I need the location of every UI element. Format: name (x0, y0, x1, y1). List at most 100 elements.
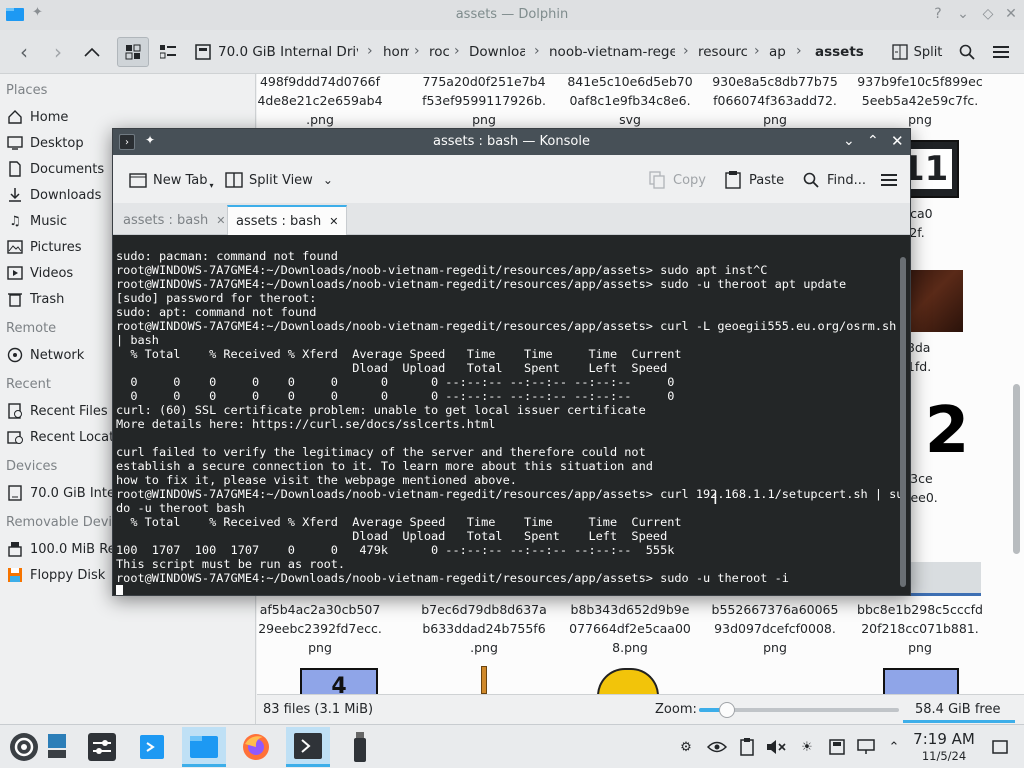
file-item[interactable]: 930e8a5c8db77b75 f066074f363add72. png (709, 74, 841, 129)
tab-close-icon[interactable]: ✕ (216, 214, 225, 227)
firefox-icon[interactable] (238, 729, 274, 765)
breadcrumb-root[interactable]: roc (429, 44, 449, 60)
file-thumbnail[interactable] (481, 666, 487, 694)
help-icon[interactable]: ? (928, 4, 948, 24)
scrollbar-handle[interactable] (1013, 384, 1020, 554)
terminal-line: curl failed to verify the legitimacy of … (116, 445, 646, 459)
file-name: 498f9ddd74d0766f (259, 74, 381, 89)
network-icon (6, 346, 24, 364)
file-thumbnail[interactable] (911, 562, 981, 596)
file-item[interactable]: af5b4ac2a30cb507 29eebc2392fd7ecc. png (257, 600, 386, 657)
eye-icon[interactable] (707, 737, 727, 757)
file-item[interactable]: b552667376a60065 93d097dcefcf0008. png (709, 600, 841, 657)
tab-session-1[interactable]: assets : bash ✕ (115, 205, 233, 235)
place-label: Network (30, 347, 85, 363)
breadcrumb-resources[interactable]: resourc (698, 44, 747, 60)
document-icon (6, 160, 24, 178)
file-thumbnail[interactable] (883, 668, 959, 694)
minimize-icon[interactable]: ⌄ (953, 4, 973, 24)
up-button[interactable] (78, 37, 106, 67)
split-view-button[interactable]: Split View ⌄ (225, 169, 333, 191)
terminal-scrollbar[interactable] (899, 237, 907, 589)
file-item[interactable]: b7ec6d79db8d637a b633ddad24b755f6 .png (418, 600, 550, 657)
place-home[interactable]: Home (6, 105, 256, 129)
menu-button[interactable] (988, 37, 1014, 67)
file-item[interactable]: 841e5c10e6d5eb70 0af8c1e9fb34c8e6. svg (564, 74, 696, 129)
tray-expand-icon[interactable]: ⌃ (884, 737, 904, 757)
breadcrumb-drive[interactable]: 70.0 GiB Internal Drive (218, 44, 358, 60)
konsole-menu-button[interactable] (881, 169, 897, 191)
file-name: 29eebc2392fd7ecc. (258, 621, 382, 636)
chevron-right-icon: › (454, 43, 460, 59)
new-tab-button[interactable]: New Tab ▾ (129, 169, 214, 191)
clipboard-icon[interactable] (737, 737, 757, 757)
file-name: b8b343d652d9b9e (570, 602, 690, 617)
system-settings-icon[interactable] (84, 729, 120, 765)
scrollbar-handle[interactable] (900, 257, 906, 587)
video-icon (6, 264, 24, 282)
discover-icon[interactable] (134, 729, 170, 765)
breadcrumb-assets[interactable]: assets (815, 44, 863, 60)
paste-icon (725, 171, 741, 189)
terminal-line: root@WINDOWS-7A7GME4:~/Downloads/noob-vi… (116, 263, 768, 277)
forward-button[interactable]: › (44, 37, 72, 67)
terminal-line: root@WINDOWS-7A7GME4:~/Downloads/noob-vi… (116, 319, 897, 333)
file-name: .png (470, 640, 498, 655)
file-thumbnail[interactable] (911, 270, 963, 332)
opensuse-launcher-icon[interactable] (6, 729, 42, 765)
terminal-line: sudo: apt: command not found (116, 305, 317, 319)
dolphin-task-icon[interactable] (182, 727, 226, 767)
file-view-scrollbar[interactable] (1010, 74, 1024, 694)
usb-device-icon[interactable] (342, 729, 378, 765)
konsole-task-icon[interactable] (286, 727, 330, 767)
devices-header: Devices (6, 459, 58, 474)
brightness-icon[interactable]: ☀ (797, 737, 817, 757)
copy-button[interactable]: Copy (649, 169, 706, 191)
close-icon[interactable]: ✕ (891, 132, 904, 150)
show-desktop-icon[interactable] (42, 729, 72, 765)
file-thumbnail[interactable] (597, 668, 659, 694)
breadcrumb-home[interactable]: hom (383, 44, 409, 60)
volume-muted-icon[interactable] (766, 737, 786, 757)
file-thumbnail[interactable]: 2 (919, 396, 975, 466)
clock-date[interactable]: 11/5/24 (912, 749, 976, 763)
minimize-icon[interactable]: ⌄ (843, 133, 855, 149)
find-button[interactable]: Find... (803, 169, 866, 191)
paste-button[interactable]: Paste (725, 169, 784, 191)
terminal-line: root@WINDOWS-7A7GME4:~/Downloads/noob-vi… (116, 571, 789, 585)
file-item[interactable]: 775a20d0f251e7b4 f53ef9599117926b. png (418, 74, 550, 129)
tab-session-2[interactable]: assets : bash ✕ (227, 205, 348, 235)
chevron-down-icon: ⌄ (322, 173, 333, 187)
back-button[interactable]: ‹ (10, 37, 38, 67)
search-icon (803, 172, 819, 188)
terminal-output[interactable]: sudo: pacman: command not found root@WIND… (113, 235, 910, 595)
terminal-line: how to fix it, please visit the webpage … (116, 473, 517, 487)
breadcrumb-downloads[interactable]: Downloa (469, 44, 525, 60)
kdeconnect-icon[interactable]: ⚙ (676, 737, 696, 757)
close-icon[interactable]: ✕ (1001, 4, 1021, 24)
recent-header: Recent (6, 377, 51, 392)
network-wired-icon[interactable] (856, 737, 876, 757)
maximize-icon[interactable]: ◇ (978, 4, 998, 24)
zoom-slider[interactable] (699, 702, 899, 718)
storage-icon[interactable] (827, 737, 847, 757)
zoom-slider-handle[interactable] (719, 702, 735, 718)
split-button[interactable]: Split (888, 37, 946, 67)
file-item[interactable]: bbc8e1b298c5cccfd 20f218cc071b881. png (854, 600, 986, 657)
tab-close-icon[interactable]: ✕ (329, 215, 338, 228)
maximize-icon[interactable]: ⌃ (867, 133, 879, 149)
peek-desktop-icon[interactable] (990, 737, 1010, 757)
search-button[interactable] (954, 37, 980, 67)
file-item[interactable]: 498f9ddd74d0766f 4de8e21c2e659ab4 .png (257, 74, 386, 129)
breadcrumb-app[interactable]: ap (769, 44, 787, 60)
clock-time[interactable]: 7:19 AM (912, 731, 976, 748)
breadcrumb-project[interactable]: noob-vietnam-regedi (549, 44, 675, 60)
icons-view-button[interactable] (117, 37, 149, 67)
file-name: 8.png (612, 640, 648, 655)
dolphin-titlebar: ✦ assets — Dolphin ? ⌄ ◇ ✕ (0, 0, 1024, 30)
file-thumbnail[interactable]: 4 (300, 668, 378, 694)
copy-label: Copy (673, 172, 706, 188)
details-view-button[interactable] (155, 37, 181, 67)
file-item[interactable]: 937b9fe10c5f899ec 5eeb5a42e59c7fc. png (854, 74, 986, 129)
file-item[interactable]: b8b343d652d9b9e 077664df2e5caa00 8.png (564, 600, 696, 657)
